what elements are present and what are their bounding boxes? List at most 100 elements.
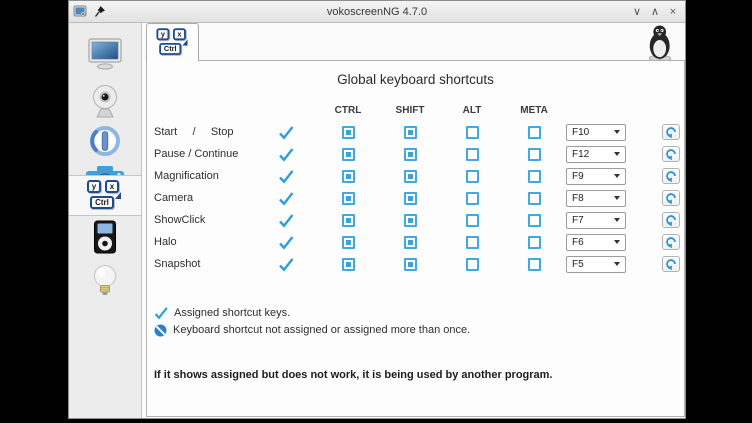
assigned-status: [278, 169, 294, 184]
reset-button[interactable]: [662, 168, 680, 184]
undo-icon: [665, 236, 677, 249]
key-select[interactable]: F8: [566, 190, 626, 207]
keycap-ctrl: Ctrl: [90, 196, 114, 209]
undo-icon: [665, 192, 677, 205]
shift-checkbox[interactable]: [404, 192, 417, 205]
shift-checkbox[interactable]: [404, 214, 417, 227]
tab-shortcuts[interactable]: y x Ctrl: [146, 23, 199, 61]
alt-checkbox[interactable]: [466, 170, 479, 183]
key-select[interactable]: F5: [566, 256, 626, 273]
undo-icon: [665, 214, 677, 227]
legend-assigned: Assigned shortcut keys.: [154, 304, 470, 322]
sidebar: y x Ctrl: [69, 23, 142, 418]
shift-checkbox[interactable]: [404, 170, 417, 183]
shift-checkbox[interactable]: [404, 148, 417, 161]
not-assigned-icon: [154, 324, 167, 337]
meta-checkbox[interactable]: [528, 214, 541, 227]
shortcut-row: Magnification F9: [147, 165, 684, 187]
assigned-status: [278, 125, 294, 140]
keycap-x: x: [173, 28, 186, 40]
sidebar-item-player[interactable]: [69, 217, 141, 257]
key-select[interactable]: F10: [566, 124, 626, 141]
reset-button[interactable]: [662, 190, 680, 206]
chevron-down-icon: [614, 196, 620, 200]
reset-button[interactable]: [662, 234, 680, 250]
maximize-button[interactable]: ∧: [647, 4, 663, 20]
app-icon[interactable]: [73, 5, 87, 19]
lightbulb-icon: [91, 263, 119, 299]
keycap-x: x: [105, 180, 119, 193]
column-header-shift: SHIFT: [396, 105, 425, 116]
alt-checkbox[interactable]: [466, 148, 479, 161]
ctrl-checkbox[interactable]: [342, 170, 355, 183]
shortcut-row: Start / Stop F10: [147, 121, 684, 143]
meta-checkbox[interactable]: [528, 126, 541, 139]
reset-button[interactable]: [662, 256, 680, 272]
media-player-icon: [93, 220, 117, 254]
alt-checkbox[interactable]: [466, 126, 479, 139]
key-select-value: F5: [572, 259, 614, 270]
check-icon: [278, 213, 294, 228]
reset-button[interactable]: [662, 146, 680, 162]
shift-checkbox[interactable]: [404, 236, 417, 249]
ctrl-checkbox[interactable]: [342, 126, 355, 139]
column-header-meta: META: [520, 105, 548, 116]
monitor-icon: [86, 38, 124, 70]
sidebar-item-webcam[interactable]: [69, 81, 141, 121]
ctrl-checkbox[interactable]: [342, 214, 355, 227]
alt-checkbox[interactable]: [466, 236, 479, 249]
key-select[interactable]: F6: [566, 234, 626, 251]
shift-checkbox[interactable]: [404, 126, 417, 139]
check-icon: [278, 191, 294, 206]
chevron-down-icon: [614, 262, 620, 266]
ctrl-checkbox[interactable]: [342, 258, 355, 271]
meta-checkbox[interactable]: [528, 192, 541, 205]
meta-checkbox[interactable]: [528, 236, 541, 249]
minimize-button[interactable]: ∨: [629, 4, 645, 20]
close-button[interactable]: ×: [665, 4, 681, 20]
ctrl-checkbox[interactable]: [342, 192, 355, 205]
alt-checkbox[interactable]: [466, 192, 479, 205]
reset-button[interactable]: [662, 124, 680, 140]
key-select[interactable]: F7: [566, 212, 626, 229]
meta-checkbox[interactable]: [528, 258, 541, 271]
assigned-status: [278, 257, 294, 272]
legend: Assigned shortcut keys. Keyboard shortcu…: [154, 304, 470, 339]
meta-checkbox[interactable]: [528, 148, 541, 161]
assigned-status: [278, 213, 294, 228]
shift-checkbox[interactable]: [404, 258, 417, 271]
keycap-y: y: [87, 180, 101, 193]
alt-checkbox[interactable]: [466, 258, 479, 271]
shortcut-label: Magnification: [147, 170, 255, 182]
shortcut-row: ShowClickF7: [147, 209, 684, 231]
key-select-value: F6: [572, 237, 614, 248]
column-header-ctrl: CTRL: [335, 105, 362, 116]
pin-icon[interactable]: [94, 5, 106, 18]
meta-checkbox[interactable]: [528, 170, 541, 183]
alt-checkbox[interactable]: [466, 214, 479, 227]
undo-icon: [665, 126, 677, 139]
sidebar-item-pause[interactable]: [69, 121, 141, 161]
assigned-status: [278, 235, 294, 250]
key-select[interactable]: F9: [566, 168, 626, 185]
chevron-down-icon: [614, 174, 620, 178]
check-icon: [278, 147, 294, 162]
reset-button[interactable]: [662, 212, 680, 228]
shortcut-row: Pause / ContinueF12: [147, 143, 684, 165]
shortcut-label: Snapshot: [147, 258, 255, 270]
key-select-value: F12: [572, 149, 614, 160]
shortcut-label: Start / Stop: [147, 126, 255, 138]
key-select[interactable]: F12: [566, 146, 626, 163]
warning-note: If it shows assigned but does not work, …: [154, 369, 553, 381]
keyboard-shortcut-icon: y x Ctrl: [155, 28, 190, 57]
sidebar-item-tips[interactable]: [69, 259, 141, 303]
ctrl-checkbox[interactable]: [342, 236, 355, 249]
power-pause-icon: [88, 124, 122, 158]
check-icon: [278, 125, 294, 140]
sidebar-item-shortcuts[interactable]: y x Ctrl: [69, 175, 141, 216]
shortcuts-table: CTRL SHIFT ALT META Start / StopF10Pause…: [147, 99, 684, 275]
sidebar-item-screen[interactable]: [69, 26, 141, 82]
key-select-value: F7: [572, 215, 614, 226]
ctrl-checkbox[interactable]: [342, 148, 355, 161]
webcam-icon: [88, 83, 122, 119]
